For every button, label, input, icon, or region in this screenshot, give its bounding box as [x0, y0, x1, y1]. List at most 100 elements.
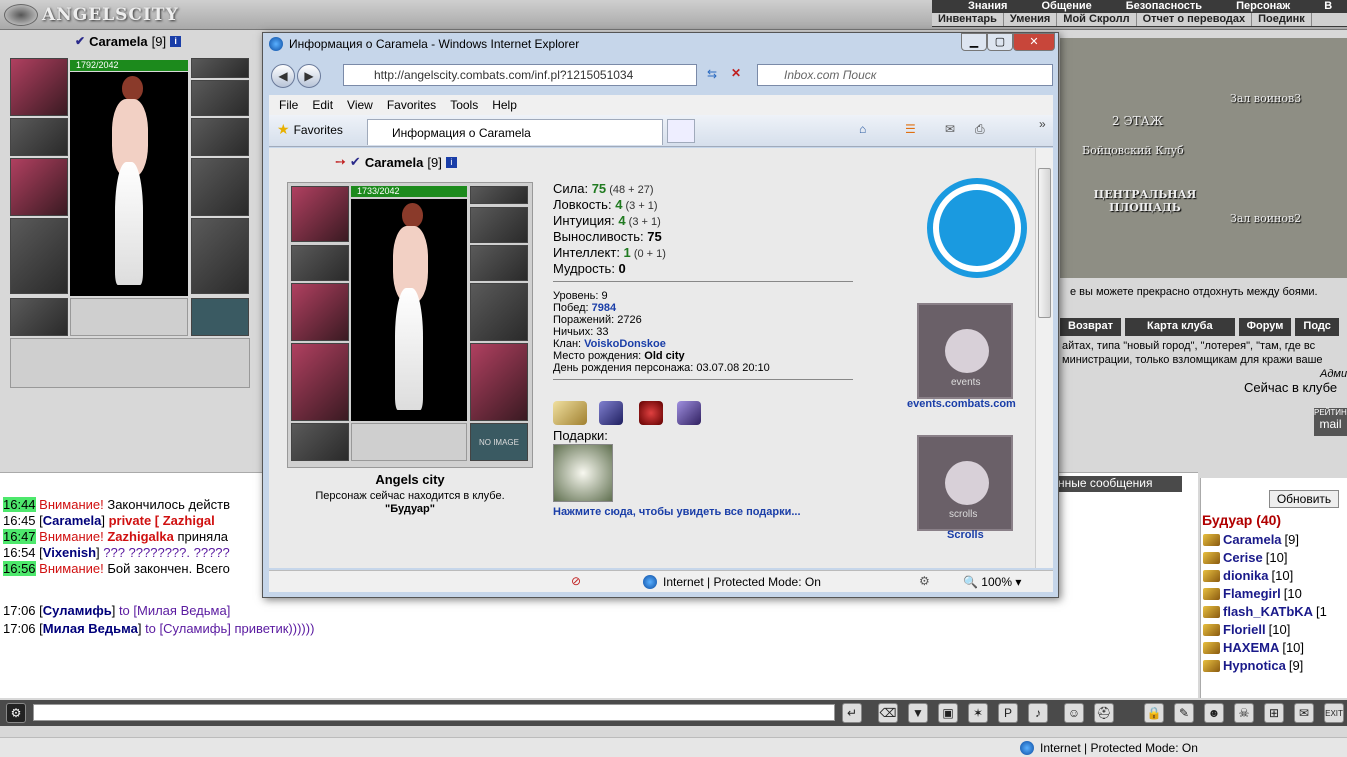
slot-helmet[interactable] [291, 186, 349, 242]
slot-shield[interactable] [470, 283, 528, 341]
chat-settings-icon[interactable]: ⚙ [6, 703, 26, 723]
helmet-icon[interactable]: ⛑ [1094, 703, 1114, 723]
eraser-icon[interactable]: ⌫ [878, 703, 898, 723]
scroll-thumb[interactable] [1038, 168, 1051, 318]
rating-badge[interactable]: РЕЙТИНГ mail [1314, 408, 1347, 436]
menu-file[interactable]: File [279, 98, 298, 112]
slot-gloves[interactable] [470, 245, 528, 281]
friends-icon[interactable]: ☻ [1204, 703, 1224, 723]
user-row[interactable]: HAXEMA [10] [1203, 640, 1304, 655]
scroll-icon[interactable]: ✎ [1174, 703, 1194, 723]
menu-edit[interactable]: Edit [312, 98, 333, 112]
private-toggle-icon[interactable]: P [998, 703, 1018, 723]
messages-tab[interactable]: нные сообщения [1052, 476, 1182, 492]
menu-duels[interactable]: Поединк [1252, 13, 1312, 26]
slot-belt[interactable] [10, 298, 68, 336]
slot-bracers[interactable] [10, 118, 68, 156]
forward-icon[interactable]: ▶ [297, 64, 321, 88]
user-row[interactable]: Floriell [10] [1203, 622, 1290, 637]
clan-link[interactable]: VoiskoDonskoe [584, 338, 666, 350]
user-row[interactable]: flash_KATbKA [1 [1203, 604, 1327, 619]
map-floor[interactable]: 2 ЭТАЖ [1112, 114, 1163, 128]
slot-armor[interactable] [291, 343, 349, 421]
slot-gloves[interactable] [191, 118, 249, 156]
water-element-icon[interactable] [927, 178, 1027, 278]
rings-badge-icon[interactable] [553, 401, 587, 425]
stop-icon[interactable]: ✕ [731, 66, 741, 80]
mail-icon[interactable]: ✉ [1294, 703, 1314, 723]
moon-badge-icon[interactable] [677, 401, 701, 425]
info-icon[interactable]: i [445, 156, 457, 168]
minimize-button[interactable]: ▁ [961, 33, 987, 51]
slot-armor[interactable] [10, 218, 68, 294]
menu-skills[interactable]: Умения [1004, 13, 1058, 26]
info-icon[interactable]: i [170, 35, 182, 47]
fight-icon[interactable]: ✶ [968, 703, 988, 723]
slot-weapon[interactable] [291, 283, 349, 341]
user-row[interactable]: Cerise [10] [1203, 550, 1287, 565]
gift-bouquet-icon[interactable] [553, 444, 613, 502]
gifts-link[interactable]: Нажмите сюда, чтобы увидеть все подарки.… [553, 506, 801, 518]
slot-weapon[interactable] [10, 158, 68, 216]
menu-tools[interactable]: Tools [450, 98, 478, 112]
url-field[interactable]: http://angelscity.combats.com/inf.pl?121… [343, 64, 697, 86]
slot-boots[interactable]: NO IMAGE [470, 423, 528, 461]
menu-character[interactable]: Персонаж [1230, 0, 1296, 12]
slot-belt[interactable] [291, 423, 349, 461]
back-icon[interactable]: ◀ [271, 64, 295, 88]
popup-blocked-icon[interactable]: ⊘ [571, 574, 581, 588]
skull-icon[interactable]: ☠ [1234, 703, 1254, 723]
user-row[interactable]: Flamegirl [10 [1203, 586, 1302, 601]
slot-earrings[interactable] [191, 58, 249, 78]
menu-favorites[interactable]: Favorites [387, 98, 436, 112]
mail-icon[interactable]: ✉ [945, 122, 955, 136]
slot-bracers[interactable] [291, 245, 349, 281]
forum-button[interactable]: Форум [1238, 318, 1292, 336]
fire-badge-icon[interactable] [639, 401, 663, 425]
close-button[interactable]: ✕ [1013, 33, 1055, 51]
menu-help[interactable]: Help [492, 98, 517, 112]
menu-inventory[interactable]: Инвентарь [932, 13, 1004, 26]
sound-icon[interactable]: ♪ [1028, 703, 1048, 723]
menu-knowledge[interactable]: Знания [962, 0, 1013, 12]
user-row[interactable]: Hypnotica [9] [1203, 658, 1303, 673]
zoom-control[interactable]: 🔍 100% ▾ [963, 575, 1021, 589]
menu-more[interactable]: В [1318, 0, 1338, 12]
chat-input[interactable] [33, 704, 835, 721]
map-square[interactable]: ЦЕНТРАЛЬНАЯ ПЛОЩАДЬ [1090, 188, 1200, 214]
chevron-more-icon[interactable]: » [1039, 117, 1046, 131]
return-button[interactable]: Возврат [1060, 318, 1121, 336]
slot-boots[interactable] [191, 298, 249, 336]
menu-security[interactable]: Безопасность [1120, 0, 1208, 12]
map-hall3[interactable]: Зал воинов3 [1230, 92, 1301, 105]
slot-helmet[interactable] [10, 58, 68, 116]
slot-legs[interactable] [470, 343, 528, 421]
slot-rings[interactable] [470, 207, 528, 243]
slot-legs[interactable] [191, 218, 249, 294]
menu-my-scroll[interactable]: Мой Скролл [1057, 13, 1137, 26]
save-icon[interactable]: ▣ [938, 703, 958, 723]
scrolls-link[interactable]: Scrolls [947, 529, 984, 541]
menu-view[interactable]: View [347, 98, 373, 112]
shield-badge-icon[interactable] [599, 401, 623, 425]
smiley-icon[interactable]: ☺ [1064, 703, 1084, 723]
club-map-button[interactable]: Карта клуба [1124, 318, 1235, 336]
slot-runes[interactable] [70, 298, 188, 336]
map-hall2[interactable]: Зал воинов2 [1230, 212, 1301, 225]
feeds-icon[interactable]: ☰ [905, 122, 916, 136]
slot-shield[interactable] [191, 158, 249, 216]
exit-icon[interactable]: EXIT [1324, 703, 1344, 723]
more-button[interactable]: Подс [1295, 318, 1339, 336]
filter-icon[interactable]: ▼ [908, 703, 928, 723]
events-link[interactable]: events.combats.com [907, 398, 1016, 410]
new-tab-button[interactable] [667, 119, 695, 143]
lock-icon[interactable]: 🔒 [1144, 703, 1164, 723]
ie-search-input[interactable]: Inbox.com Поиск [757, 64, 1053, 86]
map-club[interactable]: Бойцовский Клуб [1082, 144, 1184, 157]
scrolls-banner-icon[interactable]: scrolls [917, 435, 1013, 531]
refresh-button[interactable]: Обновить [1269, 490, 1339, 508]
bag-icon[interactable]: ⊞ [1264, 703, 1284, 723]
menu-transfer-report[interactable]: Отчет о переводах [1137, 13, 1253, 26]
tab-profile[interactable]: Информация о Caramela [367, 119, 663, 145]
home-icon[interactable]: ⌂ [859, 122, 866, 136]
